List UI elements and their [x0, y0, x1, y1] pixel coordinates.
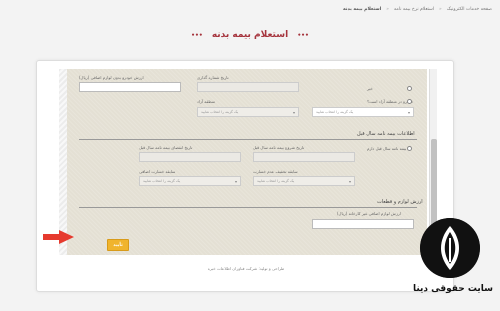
- page-title: ••• استعلام بیمه بدنه •••: [0, 30, 500, 40]
- form-card: ارزش خودرو بدون لوازم اضافی (ریال) تاریخ…: [36, 60, 454, 292]
- free-zone-area-select[interactable]: ▾ یک گزینه را انتخاب نمایید: [197, 107, 299, 117]
- accessories-value-input[interactable]: [312, 219, 414, 229]
- breadcrumb-item-rate-inquiry[interactable]: استعلام نرخ بیمه نامه: [394, 7, 434, 12]
- select-placeholder: یک گزینه را انتخاب نمایید: [201, 110, 239, 114]
- brand-name: سایت حقوقی دینا: [412, 284, 494, 294]
- vehicle-value-label: ارزش خودرو بدون لوازم اضافی (ریال): [79, 75, 144, 80]
- select-placeholder: یک گزینه را انتخاب نمایید: [143, 179, 181, 183]
- chevron-down-icon: ▾: [407, 109, 410, 115]
- section-previous-policy-title: اطلاعات بیمه نامه سال قبل: [357, 131, 415, 137]
- previous-policy-radio[interactable]: [407, 146, 412, 151]
- free-zone-area-label: منطقه آزاد: [197, 99, 216, 104]
- chevron-down-icon: ▾: [348, 178, 351, 184]
- prev-start-date-input[interactable]: [253, 152, 355, 162]
- option-no-label: خیر: [367, 86, 373, 91]
- prev-extra-select[interactable]: ▾ یک گزینه را انتخاب نمایید: [139, 176, 241, 186]
- select-placeholder: یک گزینه را انتخاب نمایید: [257, 179, 295, 183]
- breadcrumb-item-home[interactable]: صفحه خدمات الکترونیک: [447, 7, 492, 12]
- chevron-down-icon: ▾: [292, 109, 295, 115]
- option-no-radio[interactable]: [407, 86, 412, 91]
- footer-note: طراحی و تولید: شرکت فناوران اطلاعات خبره: [207, 266, 285, 271]
- prev-end-date-input[interactable]: [139, 152, 241, 162]
- form-panel: ارزش خودرو بدون لوازم اضافی (ریال) تاریخ…: [67, 69, 427, 255]
- plate-date-label: تاریخ شماره گذاری: [197, 75, 229, 80]
- vehicle-value-input[interactable]: [79, 82, 181, 92]
- page-title-text: استعلام بیمه بدنه: [211, 30, 289, 40]
- brand-logo-icon: [420, 218, 480, 278]
- breadcrumb: صفحه خدمات الکترونیک « استعلام نرخ بیمه …: [120, 4, 492, 14]
- prev-discount-label: سابقه تخفیف عدم خسارت: [253, 169, 298, 174]
- chevron-down-icon: ▾: [234, 178, 237, 184]
- free-zone-select[interactable]: ▾ یک گزینه را انتخاب نمایید: [312, 107, 414, 117]
- breadcrumb-separator: «: [386, 6, 389, 12]
- prev-start-label: تاریخ شروع بیمه نامه سال قبل: [253, 145, 305, 150]
- select-placeholder: یک گزینه را انتخاب نمایید: [316, 110, 354, 114]
- decorative-pattern: [59, 69, 67, 255]
- previous-policy-label: بیمه نامه سال قبل دارم: [367, 146, 407, 151]
- accessories-value-label: ارزش لوازم اضافی غیر کارخانه (ریال): [337, 211, 401, 216]
- section-accessories-title: ارزش لوازم و قطعات: [377, 199, 423, 205]
- section-divider: [79, 139, 417, 140]
- breadcrumb-separator: «: [439, 6, 442, 12]
- prev-discount-select[interactable]: ▾ یک گزینه را انتخاب نمایید: [253, 176, 355, 186]
- section-divider: [79, 207, 417, 208]
- red-arrow-icon: [43, 230, 74, 244]
- prev-end-label: تاریخ انقضای بیمه نامه سال قبل: [139, 145, 193, 150]
- submit-button[interactable]: تأیید: [107, 239, 129, 251]
- title-dots-right: •••: [297, 32, 309, 39]
- plate-date-input[interactable]: [197, 82, 299, 92]
- breadcrumb-item-current: استعلام بیمه بدنه: [343, 6, 382, 12]
- title-dots-left: •••: [191, 32, 203, 39]
- free-zone-radio[interactable]: [407, 99, 412, 104]
- prev-extra-label: سابقه خسارت اضافی: [139, 169, 176, 174]
